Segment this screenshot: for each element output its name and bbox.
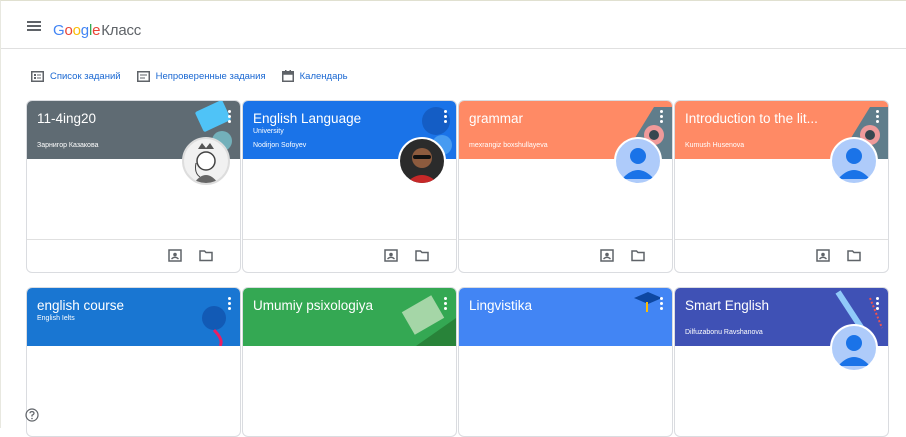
class-card-banner[interactable]: english course English Ielts (27, 288, 240, 346)
class-title[interactable]: 11-4ing20 (37, 111, 197, 126)
folder-icon[interactable] (199, 249, 213, 262)
more-vert-icon[interactable] (876, 297, 880, 312)
teacher-avatar (614, 137, 662, 185)
review-icon (136, 70, 150, 82)
todo-link[interactable]: Список заданий (31, 70, 121, 82)
app-header: GoogleКласс (1, 1, 906, 49)
class-title[interactable]: Smart English (685, 298, 845, 313)
teacher-avatar (830, 324, 878, 372)
assignment-ind-icon[interactable] (168, 249, 182, 262)
teacher-avatar (830, 137, 878, 185)
folder-icon[interactable] (631, 249, 645, 262)
class-card-footer (675, 239, 888, 272)
more-vert-icon[interactable] (444, 110, 448, 125)
assignment-list-icon (31, 70, 44, 82)
class-title[interactable]: grammar (469, 111, 629, 126)
class-teacher: Nodirjon Sofoyev (253, 142, 307, 149)
more-vert-icon[interactable] (444, 297, 448, 312)
logo-google-text: Google (53, 22, 101, 39)
class-card-banner[interactable]: Umumiy psixologiya (243, 288, 456, 346)
class-card-banner[interactable]: Lingvistika (459, 288, 672, 346)
class-title[interactable]: Umumiy psixologiya (253, 298, 413, 313)
class-card-footer (243, 239, 456, 272)
class-card[interactable]: grammar mexrangiz boxshullayeva (458, 100, 673, 273)
class-card[interactable]: 11-4ing20 Зарнигор Казакова (26, 100, 241, 273)
calendar-icon (281, 70, 294, 82)
assignment-ind-icon[interactable] (384, 249, 398, 262)
class-title[interactable]: English Language (253, 111, 413, 126)
class-teacher: Dilfuzabonu Ravshanova (685, 329, 763, 336)
assignment-ind-icon[interactable] (600, 249, 614, 262)
class-card[interactable]: Introduction to the lit... Kumush Huseno… (674, 100, 889, 273)
help-icon[interactable] (25, 408, 39, 422)
folder-icon[interactable] (847, 249, 861, 262)
class-card[interactable]: Umumiy psixologiya (242, 287, 457, 437)
calendar-link[interactable]: Календарь (281, 70, 348, 82)
hamburger-icon[interactable] (27, 21, 41, 31)
teacher-avatar (182, 137, 230, 185)
folder-icon[interactable] (415, 249, 429, 262)
class-card-footer (459, 239, 672, 272)
quick-links-toolbar: Список заданий Непроверенные задания Кал… (31, 68, 364, 84)
class-teacher: Зарнигор Казакова (37, 142, 99, 149)
more-vert-icon[interactable] (660, 110, 664, 125)
class-title[interactable]: Lingvistika (469, 298, 629, 313)
class-card[interactable]: english course English Ielts (26, 287, 241, 437)
more-vert-icon[interactable] (228, 110, 232, 125)
class-teacher: Kumush Husenova (685, 142, 745, 149)
class-title[interactable]: english course (37, 298, 197, 313)
class-section: English Ielts (37, 315, 75, 322)
class-teacher: mexrangiz boxshullayeva (469, 142, 548, 149)
assignment-ind-icon[interactable] (816, 249, 830, 262)
todo-label: Список заданий (50, 70, 121, 82)
more-vert-icon[interactable] (876, 110, 880, 125)
class-card[interactable]: English Language University Nodirjon Sof… (242, 100, 457, 273)
logo-product-text: Класс (101, 22, 142, 39)
calendar-label: Календарь (299, 70, 348, 82)
teacher-avatar (398, 137, 446, 185)
more-vert-icon[interactable] (660, 297, 664, 312)
class-card-footer (27, 239, 240, 272)
class-title[interactable]: Introduction to the lit... (685, 111, 845, 126)
class-card[interactable]: Smart English Dilfuzabonu Ravshanova (674, 287, 889, 437)
review-label: Непроверенные задания (155, 70, 266, 82)
google-classroom-logo[interactable]: GoogleКласс (53, 22, 141, 39)
class-section: University (253, 128, 284, 135)
review-link[interactable]: Непроверенные задания (136, 70, 266, 82)
more-vert-icon[interactable] (228, 297, 232, 312)
class-card[interactable]: Lingvistika (458, 287, 673, 437)
app-frame: GoogleКласс Список заданий Непроверенные… (0, 0, 906, 437)
